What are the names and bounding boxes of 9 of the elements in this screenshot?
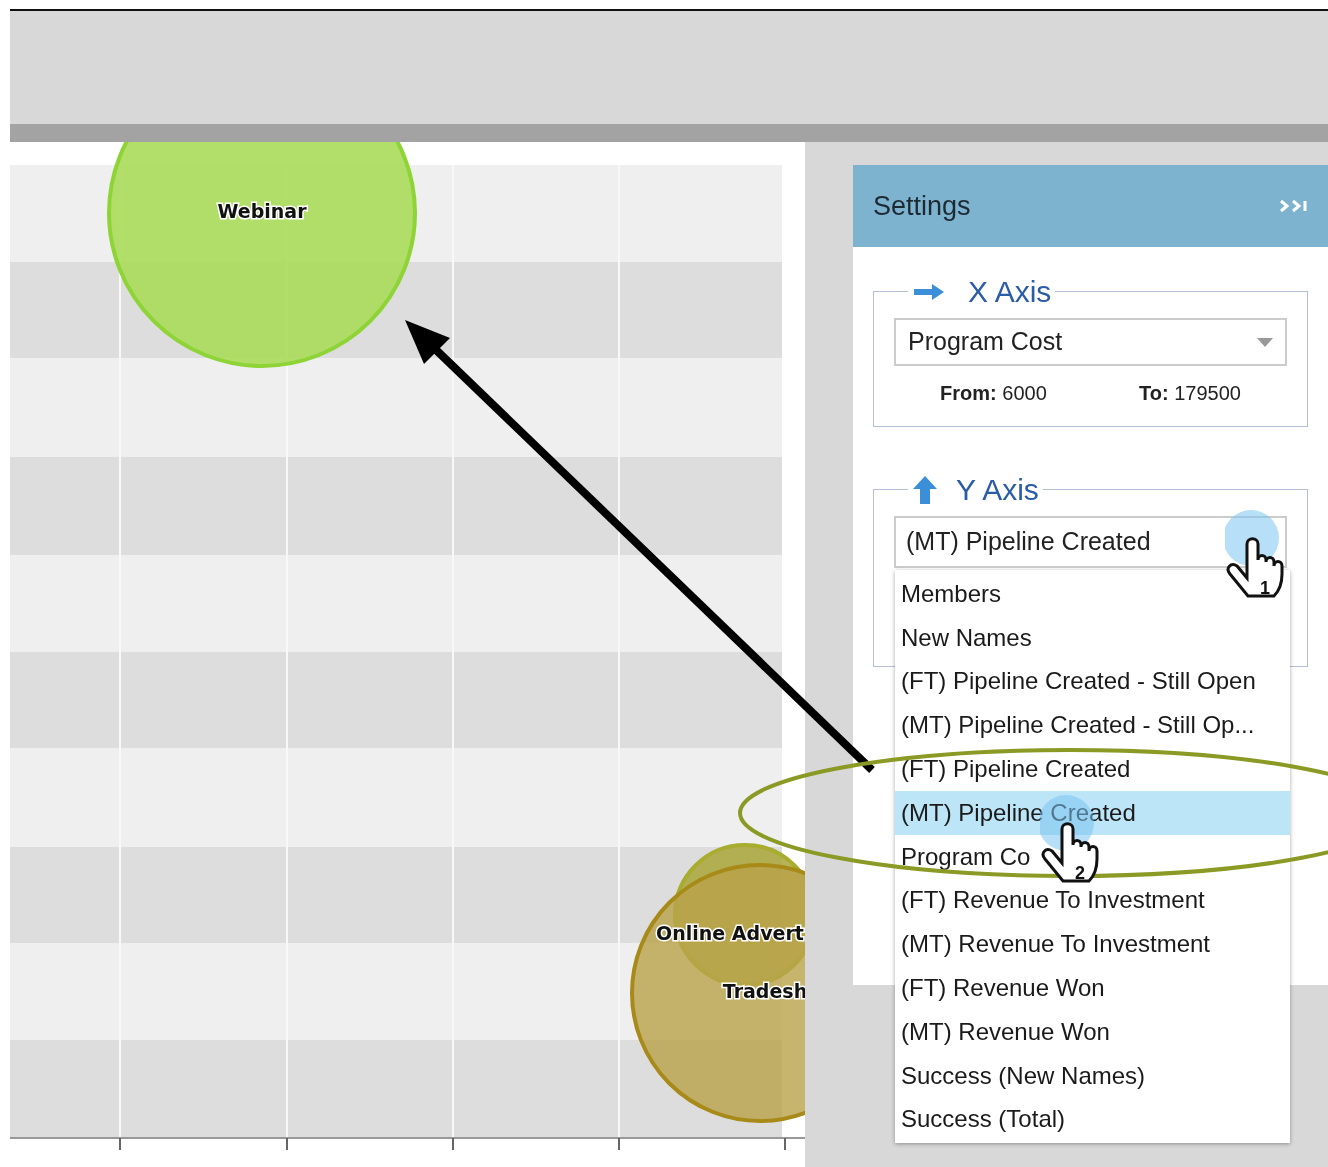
y-axis-legend: Y Axis <box>956 467 1039 512</box>
bubble-label: Online Advert <box>656 922 804 944</box>
step-number: 1 <box>1260 578 1270 598</box>
bubble-label: Tradesh <box>722 980 805 1002</box>
range-to: To: 179500 <box>1139 381 1241 406</box>
range-from: From: 6000 <box>940 381 1047 406</box>
bubble-label: Webinar <box>217 200 307 222</box>
x-axis-legend: X Axis <box>968 269 1052 314</box>
settings-title: Settings <box>873 189 971 223</box>
